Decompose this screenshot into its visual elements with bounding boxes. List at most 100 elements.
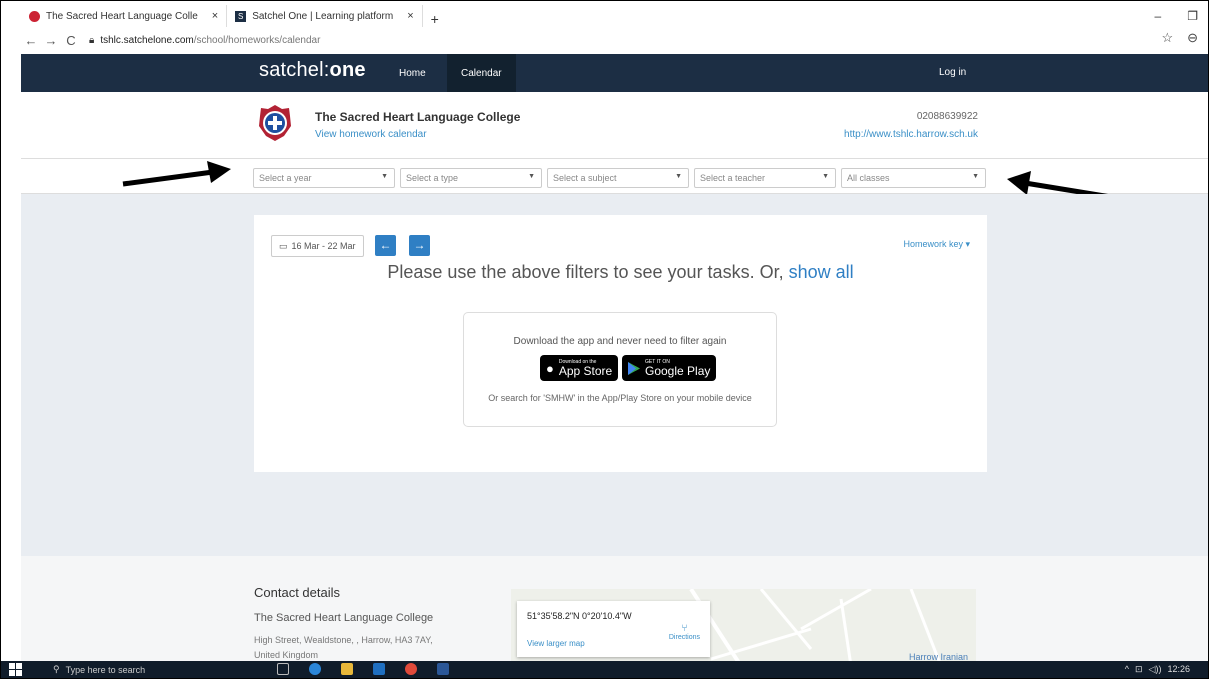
filter-prompt: Please use the above filters to see your…: [254, 262, 987, 283]
tray-chevron-icon[interactable]: ^: [1125, 664, 1129, 675]
taskbar-search[interactable]: ⚲ Type here to search: [45, 661, 257, 678]
logo-light-text: satchel:: [259, 59, 330, 81]
restore-button[interactable]: ❐: [1187, 9, 1198, 23]
site-navbar: satchel:one Home Calendar Log in: [21, 54, 1208, 92]
select-type-label: Select a type: [406, 173, 459, 183]
tab-title: The Sacred Heart Language Colle: [46, 10, 198, 22]
bookmark-star-icon[interactable]: ☆: [1161, 30, 1173, 46]
minimize-button[interactable]: –: [1155, 9, 1162, 23]
homework-key-dropdown[interactable]: Homework key ▾: [903, 239, 970, 250]
map-coordinates: 51°35'58.2"N 0°20'10.4"W: [527, 611, 632, 621]
contact-school-name: The Sacred Heart Language College: [254, 612, 434, 624]
file-explorer-icon[interactable]: [341, 663, 353, 675]
app-store-big-text: App Store: [558, 363, 613, 378]
google-play-button[interactable]: GET IT ON Google Play: [622, 355, 717, 381]
caret-down-icon: ▼: [675, 173, 682, 180]
lock-icon: 🔒︎: [89, 34, 95, 46]
school-header: The Sacred Heart Language College View h…: [21, 92, 1208, 158]
profile-icon[interactable]: ⊖: [1187, 30, 1198, 46]
volume-icon[interactable]: ◁)): [1149, 664, 1162, 675]
select-subject-label: Select a subject: [553, 173, 617, 183]
select-classes-label: All classes: [847, 173, 890, 183]
contact-heading: Contact details: [254, 585, 340, 600]
caret-down-icon: ▼: [381, 173, 388, 180]
school-name: The Sacred Heart Language College: [315, 110, 521, 124]
directions-icon: ⑂: [681, 623, 688, 634]
select-year-label: Select a year: [259, 173, 312, 183]
school-website-link[interactable]: http://www.tshlc.harrow.sch.uk: [844, 129, 978, 140]
next-week-button[interactable]: →: [409, 235, 430, 256]
browser-tab-satchel[interactable]: S Satchel One | Learning platform ×: [227, 5, 423, 27]
filter-prompt-text: Please use the above filters to see your…: [387, 262, 784, 282]
browser-tab-bar: The Sacred Heart Language Colle × S Satc…: [21, 5, 1208, 27]
select-year[interactable]: Select a year ▼: [253, 168, 395, 188]
caret-down-icon: ▼: [822, 173, 829, 180]
select-teacher[interactable]: Select a teacher ▼: [694, 168, 836, 188]
close-tab-icon[interactable]: ×: [212, 10, 218, 22]
clock[interactable]: 12:26: [1167, 664, 1190, 675]
address-line-1: High Street, Wealdstone, , Harrow, HA3 7…: [254, 635, 433, 645]
tab-title: Satchel One | Learning platform: [252, 10, 394, 22]
directions-button[interactable]: ⑂ Directions: [669, 623, 700, 641]
view-homework-calendar-link[interactable]: View homework calendar: [315, 129, 427, 140]
google-play-big-text: Google Play: [645, 363, 711, 378]
chrome-icon[interactable]: [405, 663, 417, 675]
logo-bold-text: one: [329, 59, 366, 81]
taskbar-apps: [277, 663, 449, 675]
footer: Contact details The Sacred Heart Languag…: [21, 556, 1208, 666]
calendar-icon: ▭: [279, 240, 288, 251]
login-link[interactable]: Log in: [939, 67, 966, 78]
show-all-link[interactable]: show all: [789, 262, 854, 282]
school-favicon-icon: [29, 10, 40, 22]
apple-icon: ●: [546, 360, 554, 376]
close-tab-icon[interactable]: ×: [407, 10, 413, 22]
download-note: Or search for 'SMHW' in the App/Play Sto…: [488, 393, 752, 403]
window-controls: – ❐: [1155, 9, 1198, 23]
date-range-picker[interactable]: ▭ 16 Mar - 22 Mar: [271, 235, 364, 257]
address-bar: ← → C 🔒︎ tshlc.satchelone.com/school/hom…: [21, 30, 1208, 50]
map-info-card: 51°35'58.2"N 0°20'10.4"W ⑂ Directions Vi…: [517, 601, 710, 657]
system-tray: ^ ⊡ ◁)) 12:26: [1125, 664, 1190, 675]
reload-icon[interactable]: C: [61, 33, 81, 48]
browser-tab-school[interactable]: The Sacred Heart Language Colle ×: [21, 5, 228, 27]
caret-down-icon: ▼: [972, 173, 979, 180]
network-icon[interactable]: ⊡: [1135, 664, 1143, 675]
windows-taskbar: ⚲ Type here to search ^ ⊡ ◁)) 12:26: [1, 661, 1208, 678]
edge-icon[interactable]: [309, 663, 321, 675]
search-icon: ⚲: [53, 664, 60, 674]
forward-icon[interactable]: →: [41, 33, 61, 48]
app-store-button[interactable]: ● Download on the App Store: [540, 355, 619, 381]
google-play-icon: [628, 361, 640, 375]
prev-week-button[interactable]: ←: [375, 235, 396, 256]
satchel-one-logo[interactable]: satchel:one: [259, 59, 366, 82]
word-icon[interactable]: [437, 663, 449, 675]
nav-calendar[interactable]: Calendar: [447, 54, 516, 92]
directions-label: Directions: [668, 634, 700, 641]
embedded-map[interactable]: 51°35'58.2"N 0°20'10.4"W ⑂ Directions Vi…: [511, 589, 976, 666]
back-icon[interactable]: ←: [21, 33, 41, 48]
caret-down-icon: ▼: [528, 173, 535, 180]
outlook-icon[interactable]: [373, 663, 385, 675]
view-larger-map-link[interactable]: View larger map: [527, 639, 585, 648]
download-app-title: Download the app and never need to filte…: [513, 336, 727, 347]
select-classes[interactable]: All classes ▼: [841, 168, 986, 188]
windows-start-icon[interactable]: [9, 663, 22, 676]
taskbar-search-placeholder: Type here to search: [65, 664, 146, 675]
select-teacher-label: Select a teacher: [700, 173, 766, 183]
url-field[interactable]: 🔒︎ tshlc.satchelone.com/school/homeworks…: [89, 35, 320, 46]
contact-address: High Street, Wealdstone, , Harrow, HA3 7…: [254, 633, 433, 663]
url-path: /school/homeworks/calendar: [193, 34, 321, 46]
screenshot-frame: The Sacred Heart Language Colle × S Satc…: [0, 0, 1209, 679]
download-app-box: Download the app and never need to filte…: [463, 312, 777, 427]
satchel-favicon-icon: S: [235, 10, 247, 22]
select-subject[interactable]: Select a subject ▼: [547, 168, 689, 188]
nav-home[interactable]: Home: [385, 54, 440, 92]
date-range-label: 16 Mar - 22 Mar: [291, 241, 356, 251]
annotation-arrow-right-icon: [122, 161, 231, 187]
new-tab-button[interactable]: +: [423, 11, 447, 27]
task-view-icon[interactable]: [277, 663, 289, 675]
school-phone: 02088639922: [916, 111, 978, 122]
select-type[interactable]: Select a type ▼: [400, 168, 542, 188]
school-crest-icon: [259, 105, 291, 141]
calendar-card: ▭ 16 Mar - 22 Mar ← → Homework key ▾ Ple…: [254, 215, 987, 472]
